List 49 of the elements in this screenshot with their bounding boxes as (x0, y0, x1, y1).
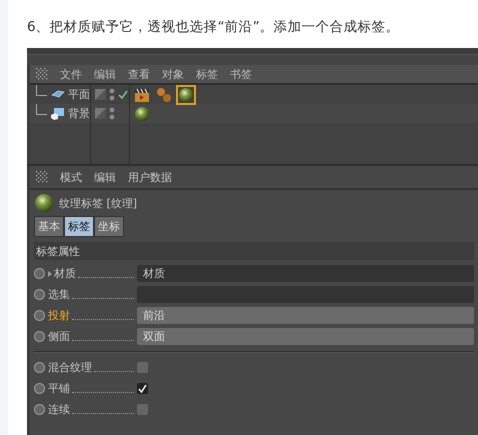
tab[interactable]: 标签 (64, 216, 94, 237)
menu-item[interactable]: 标签 (196, 66, 218, 82)
keyframe-indicator[interactable] (34, 310, 45, 321)
keyframe-indicator[interactable] (34, 362, 45, 373)
field-label: 材质 (54, 266, 76, 281)
expand-arrow-icon[interactable] (48, 270, 52, 276)
checkbox[interactable] (137, 383, 148, 394)
layer-toggle-icon (95, 89, 106, 100)
clapper-icon[interactable] (134, 86, 150, 102)
menu-item[interactable]: 查看 (128, 66, 150, 82)
keyframe-indicator[interactable] (34, 289, 45, 300)
field-label: 侧面 (48, 329, 70, 344)
visibility-dots-icon (109, 88, 115, 101)
layer-toggle-icon (95, 108, 106, 119)
field-label: 连续 (48, 402, 70, 417)
texture-tag-icon (34, 193, 54, 213)
menu-item[interactable]: 编辑 (94, 66, 116, 82)
spheres-icon[interactable] (156, 86, 172, 102)
menu-item[interactable]: 用户数据 (128, 170, 172, 184)
visibility-dots-icon (109, 107, 115, 120)
link-field[interactable]: 材质 (137, 265, 474, 282)
field-label: 投射 (48, 308, 70, 323)
keyframe-indicator[interactable] (34, 268, 45, 279)
keyframe-indicator[interactable] (34, 404, 45, 415)
menu-item[interactable]: 书签 (230, 66, 252, 82)
section-header: 标签属性 (34, 242, 474, 260)
texture-tag-icon[interactable] (134, 106, 150, 122)
menu-item[interactable]: 模式 (60, 170, 82, 184)
menu-item[interactable]: 对象 (162, 66, 184, 82)
keyframe-indicator[interactable] (34, 383, 45, 394)
object-name[interactable]: 平面 (68, 87, 90, 102)
field-label: 选集 (48, 287, 70, 302)
field-label: 平铺 (48, 381, 70, 396)
checkmark-icon (138, 384, 147, 393)
keyframe-indicator[interactable] (34, 331, 45, 342)
menu-item[interactable]: 文件 (60, 66, 82, 82)
dropdown[interactable]: 前沿 (137, 307, 474, 324)
field-label: 混合纹理 (48, 360, 92, 375)
tab[interactable]: 基本 (34, 216, 64, 237)
panel-title: 纹理标签 [纹理] (59, 196, 138, 210)
dropdown[interactable]: 双面 (137, 328, 474, 345)
checkbox[interactable] (137, 404, 148, 415)
checkbox[interactable] (137, 362, 148, 373)
grip-icon[interactable] (36, 171, 48, 183)
tab[interactable]: 坐标 (94, 216, 124, 237)
step-instruction: 6、把材质赋予它，透视也选择“前沿”。添加一个合成标签。 (27, 18, 401, 36)
menu-item[interactable]: 编辑 (94, 170, 116, 184)
texture-tag-icon[interactable] (178, 86, 194, 102)
grip-icon[interactable] (36, 68, 48, 80)
